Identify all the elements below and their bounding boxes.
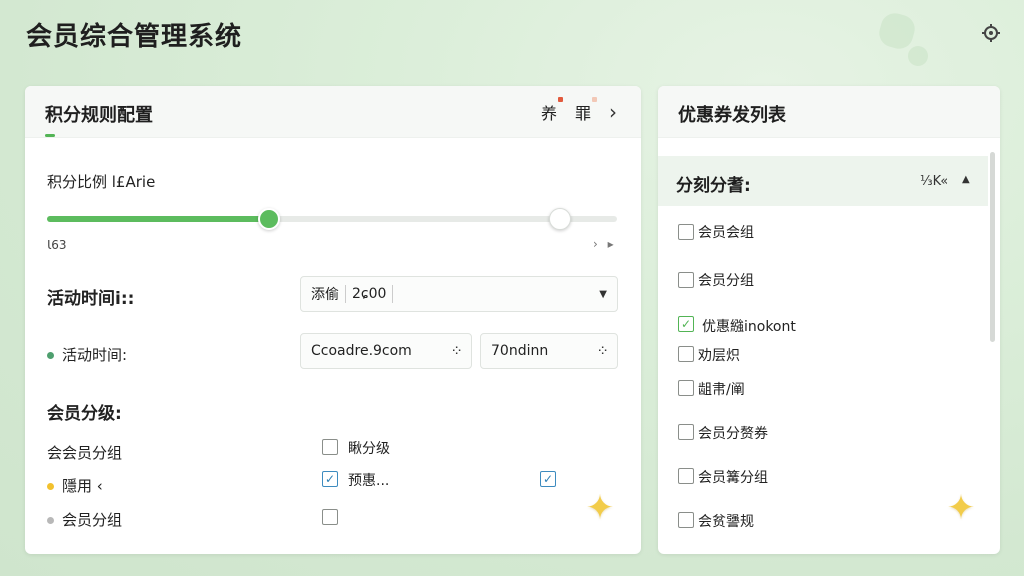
coupon-item-label: 会员篝分组: [698, 470, 768, 486]
panel-header: 优惠券发列表: [658, 86, 1000, 138]
activity-time-select[interactable]: 添偷 2ɕ00 ▼: [300, 276, 618, 312]
option-label: 预惠...: [348, 473, 390, 489]
panel-title: 积分规则配置: [45, 105, 153, 126]
app-title: 会员综合管理系统: [26, 22, 243, 52]
start-date-input[interactable]: Ccoadre.9com ⁘: [300, 333, 472, 369]
filter-label: 分刻分耆:: [676, 176, 751, 196]
bullet-icon: [47, 483, 54, 490]
coupon-checkbox[interactable]: [678, 424, 694, 440]
panel-header: 积分规则配置 养 罪 ›: [25, 86, 641, 138]
sparkle-star-icon: ✦: [946, 488, 976, 528]
coupon-checkbox[interactable]: [678, 512, 694, 528]
calendar-grid-icon: ⁘: [596, 342, 609, 360]
member-level-title: 会员分级:: [47, 404, 122, 424]
activity-time-label: 活动时间i::: [47, 289, 135, 309]
coupon-item-label: 会员分组: [698, 273, 754, 289]
level-item: 会员分组: [47, 509, 122, 530]
coupon-item-label: 会员分赘券: [698, 426, 768, 442]
coupon-checkbox[interactable]: [678, 346, 694, 362]
chevron-right-icon[interactable]: ›: [609, 100, 617, 124]
refresh-gear-icon[interactable]: [978, 20, 1004, 46]
background-decoration: [876, 10, 918, 52]
activity-time-label-2: 活动时间:: [47, 344, 127, 365]
coupon-list-panel: 优惠券发列表 分刻分耆: ⅓K« ▲ 会员会组 会员分组 ✓ 优惠繈inokon…: [658, 86, 1000, 554]
option-checkbox[interactable]: [322, 509, 338, 525]
scrollbar[interactable]: [990, 152, 995, 342]
caret-up-icon[interactable]: ▲: [962, 174, 970, 185]
option-checkbox-checked[interactable]: ✓: [540, 471, 556, 487]
slider-nav-arrows[interactable]: › ▸: [593, 237, 617, 251]
level-item: 会会员分组: [47, 444, 123, 462]
coupon-item-label: 会贫謽规: [698, 514, 754, 530]
header-action-1[interactable]: 养: [541, 97, 563, 124]
coupon-item-label: 龃帇/阐: [698, 382, 745, 398]
bullet-icon: [47, 352, 54, 359]
sparkle-star-icon: ✦: [585, 488, 615, 528]
end-date-input[interactable]: 70ndinn ⁘: [480, 333, 618, 369]
coupon-checkbox-checked[interactable]: ✓: [678, 316, 694, 332]
coupon-item-label: 劝层炽: [698, 348, 740, 364]
bullet-icon: [47, 517, 54, 524]
coupon-item-label: 会员会组: [698, 225, 754, 241]
filter-row[interactable]: 分刻分耆: ⅓K« ▲: [658, 156, 988, 206]
header-action-2[interactable]: 罪: [575, 97, 597, 124]
points-ratio-slider[interactable]: [47, 208, 617, 230]
panel-title: 优惠券发列表: [678, 105, 786, 126]
option-checkbox-checked[interactable]: ✓: [322, 471, 338, 487]
option-checkbox[interactable]: [322, 439, 338, 455]
filter-mark: ⅓K«: [920, 174, 949, 189]
coupon-checkbox[interactable]: [678, 272, 694, 288]
level-item: 隱用 ‹: [47, 475, 103, 496]
slider-value: Ɩ63: [47, 238, 67, 252]
slider-thumb[interactable]: [258, 208, 281, 230]
points-ratio-label: 积分比例 l£Arie: [47, 173, 156, 191]
coupon-item-label: 优惠繈inokont: [702, 319, 796, 335]
option-label: 瞅分级: [348, 441, 390, 457]
coupon-checkbox[interactable]: [678, 224, 694, 240]
calendar-grid-icon: ⁘: [450, 342, 463, 360]
coupon-checkbox[interactable]: [678, 380, 694, 396]
background-decoration: [904, 42, 932, 70]
slider-max-thumb[interactable]: [549, 208, 571, 230]
dropdown-caret-icon: ▼: [599, 288, 607, 300]
slider-fill: [47, 216, 270, 222]
title-underline: [45, 134, 55, 137]
coupon-checkbox[interactable]: [678, 468, 694, 484]
points-rule-panel: 积分规则配置 养 罪 › 积分比例 l£Arie Ɩ63 › ▸ 活动时间i::…: [25, 86, 641, 554]
